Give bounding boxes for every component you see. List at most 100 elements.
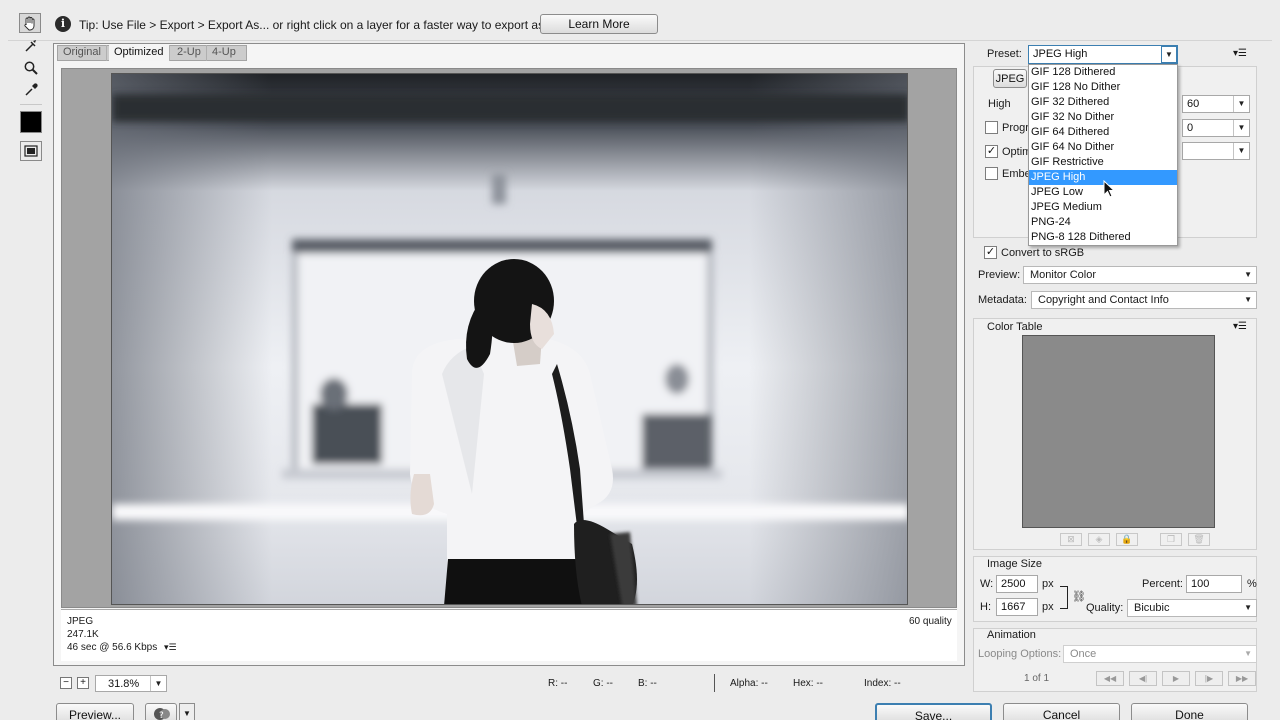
blur-field[interactable]: 0 ▼ xyxy=(1182,119,1250,137)
preset-value: JPEG High xyxy=(1033,48,1088,60)
eyedropper-tool-icon[interactable] xyxy=(20,80,42,100)
tab-optimized[interactable]: Optimized xyxy=(109,45,170,61)
quality-value: 60 xyxy=(1187,98,1200,110)
zoom-in-button[interactable]: + xyxy=(77,677,89,689)
metadata-label: Metadata: xyxy=(978,294,1027,306)
preset-option[interactable]: GIF Restrictive xyxy=(1029,155,1177,170)
chevron-down-icon[interactable]: ▼ xyxy=(1244,267,1252,283)
hand-tool-icon[interactable] xyxy=(19,13,41,33)
height-field[interactable]: 1667 xyxy=(996,598,1038,616)
constrain-bracket xyxy=(1060,586,1068,609)
save-button[interactable]: Save... xyxy=(875,703,992,720)
preview-button[interactable]: Preview... xyxy=(56,703,134,720)
preset-option[interactable]: PNG-8 128 Dithered xyxy=(1029,230,1177,245)
browser-menu-chevron-icon[interactable]: ▼ xyxy=(179,703,195,720)
alpha-readout: Alpha: -- xyxy=(730,678,768,689)
lock-color-icon[interactable]: 🔒 xyxy=(1116,533,1138,546)
resample-quality-label: Quality: xyxy=(1086,602,1124,614)
convert-srgb-checkbox[interactable]: ✓ xyxy=(984,246,997,259)
tab-2up[interactable]: 2-Up xyxy=(172,45,207,61)
preset-label: Preset: xyxy=(987,48,1022,60)
preset-option[interactable]: GIF 128 No Dither xyxy=(1029,80,1177,95)
resample-quality-value: Bicubic xyxy=(1134,602,1170,614)
chevron-down-icon[interactable]: ▼ xyxy=(1233,120,1249,136)
cancel-button[interactable]: Cancel xyxy=(1003,703,1120,720)
width-unit: px xyxy=(1042,578,1054,590)
link-chain-icon[interactable]: ⛓ xyxy=(1072,590,1086,603)
preset-option[interactable]: GIF 64 No Dither xyxy=(1029,140,1177,155)
toggle-slices-visibility-icon[interactable] xyxy=(20,141,42,161)
progressive-checkbox[interactable] xyxy=(985,121,998,134)
preset-option[interactable]: JPEG Medium xyxy=(1029,200,1177,215)
index-readout: Index: -- xyxy=(864,678,901,689)
map-transparent-icon[interactable]: ⊠ xyxy=(1060,533,1082,546)
preview-color-select[interactable]: Monitor Color ▼ xyxy=(1023,266,1257,284)
previous-frame-icon[interactable]: ◀| xyxy=(1129,671,1157,686)
height-unit: px xyxy=(1042,601,1054,613)
quality-level-label[interactable]: High xyxy=(988,98,1011,110)
metadata-value: Copyright and Contact Info xyxy=(1038,294,1169,306)
chevron-down-icon[interactable]: ▼ xyxy=(150,676,166,691)
chevron-down-icon[interactable]: ▼ xyxy=(1244,646,1252,662)
tab-4up[interactable]: 4-Up xyxy=(207,45,241,61)
browser-preview-icon[interactable]: ? xyxy=(145,703,177,720)
preview-color-value: Monitor Color xyxy=(1030,269,1097,281)
percent-unit: % xyxy=(1247,578,1257,590)
preview-image[interactable] xyxy=(111,73,908,605)
done-button[interactable]: Done xyxy=(1131,703,1248,720)
eyedropper-color-swatch[interactable] xyxy=(20,111,42,133)
width-value: 2500 xyxy=(1001,578,1026,590)
blur-value: 0 xyxy=(1187,122,1194,134)
preset-dropdown-list: GIF 128 Dithered GIF 128 No Dither GIF 3… xyxy=(1028,64,1178,246)
preset-select[interactable]: JPEG High ▼ xyxy=(1028,45,1178,64)
width-label: W: xyxy=(980,578,994,590)
embed-profile-checkbox[interactable] xyxy=(985,167,998,180)
web-shift-icon[interactable]: ◈ xyxy=(1088,533,1110,546)
info-icon: i xyxy=(55,16,71,32)
chevron-down-icon[interactable]: ▼ xyxy=(1244,292,1252,308)
percent-value: 100 xyxy=(1191,578,1210,590)
looping-options-select[interactable]: Once ▼ xyxy=(1063,645,1257,663)
tab-original[interactable]: Original xyxy=(58,45,107,61)
preset-option[interactable]: GIF 64 Dithered xyxy=(1029,125,1177,140)
resample-quality-select[interactable]: Bicubic ▼ xyxy=(1127,599,1257,617)
download-rate-menu-icon[interactable]: ▾☰ xyxy=(164,642,177,653)
zoom-tool-icon[interactable] xyxy=(20,58,42,78)
quality-field[interactable]: 60 ▼ xyxy=(1182,95,1250,113)
width-field[interactable]: 2500 xyxy=(996,575,1038,593)
chevron-down-icon[interactable]: ▼ xyxy=(1244,600,1252,616)
first-frame-icon[interactable]: ◀◀ xyxy=(1096,671,1124,686)
preset-option[interactable]: PNG-24 xyxy=(1029,215,1177,230)
color-table-swatches[interactable] xyxy=(1022,335,1215,528)
chevron-down-icon[interactable]: ▼ xyxy=(1161,46,1177,63)
play-icon[interactable]: ▶ xyxy=(1162,671,1190,686)
mouse-cursor-icon xyxy=(1103,179,1116,201)
slice-select-tool-icon[interactable] xyxy=(20,36,42,56)
percent-field[interactable]: 100 xyxy=(1186,575,1242,593)
learn-more-button[interactable]: Learn More xyxy=(540,14,658,34)
status-divider xyxy=(714,674,715,692)
matte-field[interactable]: ▼ xyxy=(1182,142,1250,160)
image-size-title: Image Size xyxy=(987,558,1043,570)
zoom-level-field[interactable]: 31.8% ▼ xyxy=(95,675,167,692)
zoom-out-button[interactable]: − xyxy=(60,677,72,689)
preset-option[interactable]: GIF 32 No Dither xyxy=(1029,110,1177,125)
optimized-checkbox[interactable]: ✓ xyxy=(985,145,998,158)
last-frame-icon[interactable]: ▶▶ xyxy=(1228,671,1256,686)
optimize-menu-icon[interactable]: ▾☰ xyxy=(1233,48,1247,59)
percent-label: Percent: xyxy=(1142,578,1183,590)
metadata-select[interactable]: Copyright and Contact Info ▼ xyxy=(1031,291,1257,309)
preset-option[interactable]: GIF 32 Dithered xyxy=(1029,95,1177,110)
next-frame-icon[interactable]: |▶ xyxy=(1195,671,1223,686)
format-select[interactable]: JPEG xyxy=(993,69,1027,88)
chevron-down-icon[interactable]: ▼ xyxy=(1233,96,1249,112)
hex-readout: Hex: -- xyxy=(793,678,823,689)
color-table-menu-icon[interactable]: ▾☰ xyxy=(1233,321,1247,332)
height-label: H: xyxy=(980,601,991,613)
chevron-down-icon[interactable]: ▼ xyxy=(1233,143,1249,159)
color-table-title: Color Table xyxy=(987,321,1043,333)
frame-counter: 1 of 1 xyxy=(1024,673,1050,684)
trash-icon[interactable]: 🗑 xyxy=(1188,533,1210,546)
preset-option[interactable]: GIF 128 Dithered xyxy=(1029,65,1177,80)
new-color-icon[interactable]: ❐ xyxy=(1160,533,1182,546)
